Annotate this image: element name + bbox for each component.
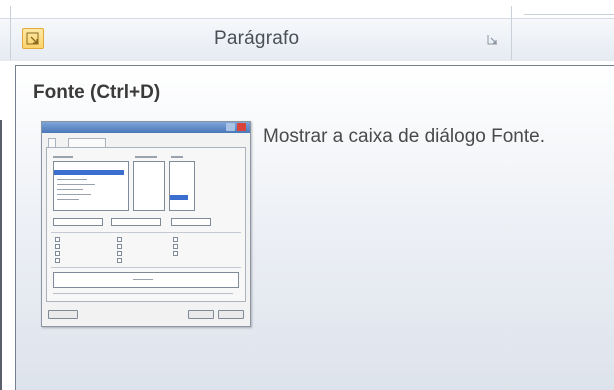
ribbon-separator — [511, 6, 512, 60]
preview-checkbox — [117, 251, 122, 256]
screen-tip: Fonte (Ctrl+D) Mostrar a caixa de diálog… — [15, 65, 614, 390]
preview-selection — [170, 195, 188, 200]
preview-checkbox — [55, 237, 60, 242]
preview-sample-box — [53, 272, 239, 288]
ribbon-separator — [524, 14, 614, 15]
preview-button — [188, 310, 214, 319]
preview-titlebar — [42, 122, 250, 133]
tooltip-shadow-edge — [0, 120, 2, 390]
preview-font-list — [53, 161, 129, 211]
preview-panel — [46, 147, 246, 302]
preview-close-icon — [237, 123, 246, 131]
preview-help-icon — [226, 123, 235, 131]
preview-divider — [51, 232, 241, 233]
preview-text-line — [53, 156, 73, 158]
paragraph-group-label: Parágrafo — [214, 28, 300, 49]
screen-tip-title: Fonte (Ctrl+D) — [33, 82, 161, 103]
preview-checkbox — [173, 244, 178, 249]
preview-tab — [68, 138, 106, 147]
preview-dropdown — [171, 218, 211, 226]
preview-text-line — [171, 156, 183, 158]
preview-text-line — [57, 194, 91, 195]
preview-button — [218, 310, 244, 319]
ribbon-separator — [10, 6, 11, 60]
preview-dropdown — [53, 218, 103, 226]
preview-divider — [51, 267, 241, 268]
preview-text-line — [57, 189, 83, 190]
preview-text-line — [57, 179, 87, 180]
preview-style-list — [133, 161, 165, 211]
preview-text-line — [53, 293, 233, 294]
preview-dropdown — [111, 218, 161, 226]
preview-checkbox — [55, 251, 60, 256]
ribbon-group-strip: Parágrafo — [0, 0, 614, 61]
preview-text-line — [135, 156, 157, 158]
preview-tab — [48, 138, 56, 147]
dialog-launcher-icon — [26, 32, 39, 45]
preview-selection — [54, 170, 124, 175]
preview-text-line — [133, 279, 153, 280]
preview-checkbox — [173, 251, 178, 256]
preview-checkbox — [117, 244, 122, 249]
preview-checkbox — [117, 237, 122, 242]
preview-text-line — [57, 199, 79, 200]
font-dialog-preview — [41, 121, 251, 327]
preview-checkbox — [55, 244, 60, 249]
preview-size-list — [169, 161, 195, 211]
screen-tip-description: Mostrar a caixa de diálogo Fonte. — [263, 126, 545, 147]
preview-checkbox — [173, 237, 178, 242]
preview-button — [48, 310, 78, 319]
preview-checkbox — [117, 258, 122, 263]
preview-text-line — [57, 184, 95, 185]
paragraph-dialog-launcher-button[interactable] — [484, 31, 500, 47]
preview-checkbox — [55, 258, 60, 263]
font-dialog-launcher-button[interactable] — [22, 28, 44, 49]
dialog-launcher-icon — [487, 35, 497, 45]
